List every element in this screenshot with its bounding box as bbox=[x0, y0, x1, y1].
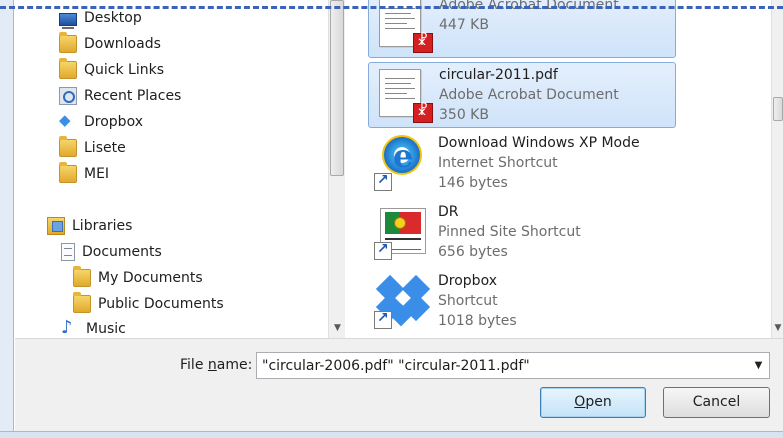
folder-icon bbox=[59, 162, 77, 183]
nav-item-label: Quick Links bbox=[84, 62, 165, 78]
file-name-label-mnemonic: n bbox=[207, 357, 217, 373]
nav-item-dropbox[interactable]: Dropbox bbox=[59, 110, 143, 134]
file-type: Adobe Acrobat Document bbox=[439, 87, 619, 103]
nav-item-label: Documents bbox=[82, 244, 162, 260]
internet-explorer-icon bbox=[374, 135, 430, 191]
nav-item-lisete[interactable]: Lisete bbox=[59, 136, 126, 160]
file-name-label: File name: bbox=[180, 357, 252, 373]
nav-scrollbar-thumb[interactable] bbox=[330, 0, 344, 176]
music-icon bbox=[61, 317, 79, 338]
nav-item-label: Music bbox=[86, 321, 126, 337]
shortcut-arrow-icon bbox=[374, 241, 392, 260]
downloads-folder-icon bbox=[59, 32, 77, 53]
folder-icon bbox=[73, 292, 91, 313]
nav-item-label: Dropbox bbox=[84, 114, 143, 130]
open-button[interactable]: Open bbox=[540, 387, 646, 418]
nav-item-recent-places[interactable]: Recent Places bbox=[59, 84, 181, 108]
nav-item-my-documents[interactable]: My Documents bbox=[73, 266, 203, 290]
file-open-dialog: Desktop Downloads Quick Links Recent Pla… bbox=[0, 0, 783, 438]
file-type: Pinned Site Shortcut bbox=[438, 224, 581, 240]
desktop-icon bbox=[59, 12, 77, 29]
nav-item-downloads[interactable]: Downloads bbox=[59, 32, 161, 56]
file-item[interactable]: circular-2011.pdf Adobe Acrobat Document… bbox=[368, 62, 676, 128]
file-name: DR bbox=[438, 204, 459, 220]
dialog-footer: File name: ▼ Open Cancel bbox=[15, 338, 783, 431]
dialog-left-frame bbox=[0, 0, 14, 438]
file-size: 146 bytes bbox=[438, 175, 508, 191]
file-name-input[interactable] bbox=[256, 352, 770, 379]
file-item[interactable]: Download Windows XP Mode Internet Shortc… bbox=[368, 131, 676, 197]
shortcut-arrow-icon bbox=[374, 310, 392, 329]
libraries-icon bbox=[47, 217, 65, 235]
open-button-text: pen bbox=[585, 394, 612, 410]
nav-item-label: My Documents bbox=[98, 270, 203, 286]
file-type: Shortcut bbox=[438, 293, 498, 309]
documents-icon bbox=[61, 243, 75, 261]
file-size: 1018 bytes bbox=[438, 313, 517, 329]
nav-item-public-documents[interactable]: Public Documents bbox=[73, 292, 224, 316]
acrobat-badge-icon bbox=[413, 33, 433, 53]
acrobat-badge-icon bbox=[413, 103, 433, 123]
file-name-label-text: File bbox=[180, 357, 208, 373]
nav-item-label: Lisete bbox=[84, 140, 126, 156]
pdf-icon bbox=[375, 67, 433, 123]
shortcut-arrow-icon bbox=[374, 172, 392, 191]
dialog-bottom-frame bbox=[0, 431, 783, 438]
nav-item-quick-links[interactable]: Quick Links bbox=[59, 58, 164, 82]
file-name: Dropbox bbox=[438, 273, 497, 289]
file-name: Download Windows XP Mode bbox=[438, 135, 640, 151]
open-button-mnemonic: O bbox=[574, 394, 586, 410]
nav-item-music[interactable]: Music bbox=[61, 317, 126, 338]
file-type: Internet Shortcut bbox=[438, 155, 558, 171]
ie-logo-icon bbox=[382, 135, 422, 175]
dropbox-icon bbox=[59, 111, 77, 131]
nav-item-label: Desktop bbox=[84, 10, 142, 26]
portugal-flag-icon bbox=[374, 204, 430, 260]
file-list-scrollbar[interactable]: ▼ bbox=[771, 0, 783, 338]
file-text: DR Pinned Site Shortcut 656 bytes bbox=[438, 202, 581, 262]
nav-item-label: MEI bbox=[84, 166, 110, 182]
nav-item-label: Libraries bbox=[72, 218, 133, 234]
dashed-selection-border bbox=[0, 6, 783, 9]
file-item[interactable]: Dropbox Shortcut 1018 bytes bbox=[368, 269, 676, 335]
quick-links-folder-icon bbox=[59, 58, 77, 79]
file-text: circular-2011.pdf Adobe Acrobat Document… bbox=[439, 65, 619, 125]
nav-item-label: Downloads bbox=[84, 36, 161, 52]
nav-scrollbar[interactable]: ▼ bbox=[328, 0, 345, 338]
portugal-flag-icon bbox=[385, 212, 421, 234]
file-size: 656 bytes bbox=[438, 244, 508, 260]
file-item[interactable]: DR Pinned Site Shortcut 656 bytes bbox=[368, 200, 676, 266]
nav-item-documents[interactable]: Documents bbox=[61, 240, 162, 264]
file-list: Adobe Acrobat Document 447 KB circular-2… bbox=[346, 0, 771, 338]
nav-item-desktop[interactable]: Desktop bbox=[59, 6, 142, 30]
nav-item-label: Public Documents bbox=[98, 296, 224, 312]
chevron-down-icon[interactable]: ▼ bbox=[748, 353, 769, 378]
folder-icon bbox=[73, 266, 91, 287]
file-text: Download Windows XP Mode Internet Shortc… bbox=[438, 133, 640, 193]
file-size: 350 KB bbox=[439, 107, 489, 123]
recent-places-icon bbox=[59, 87, 77, 105]
cancel-button[interactable]: Cancel bbox=[663, 387, 770, 418]
file-name-label-text: ame: bbox=[216, 357, 253, 373]
file-text: Dropbox Shortcut 1018 bytes bbox=[438, 271, 517, 331]
navigation-pane: Desktop Downloads Quick Links Recent Pla… bbox=[15, 0, 328, 338]
file-name: circular-2011.pdf bbox=[439, 67, 558, 83]
user-folder-icon bbox=[59, 136, 77, 157]
nav-item-libraries[interactable]: Libraries bbox=[47, 214, 132, 238]
dropbox-icon bbox=[374, 273, 431, 329]
nav-item-label: Recent Places bbox=[84, 88, 182, 104]
nav-item-mei[interactable]: MEI bbox=[59, 162, 109, 186]
file-size: 447 KB bbox=[439, 17, 489, 33]
scroll-down-arrow-icon[interactable]: ▼ bbox=[329, 320, 346, 336]
file-list-scrollbar-thumb[interactable] bbox=[773, 97, 783, 121]
scroll-down-arrow-icon[interactable]: ▼ bbox=[772, 320, 783, 336]
